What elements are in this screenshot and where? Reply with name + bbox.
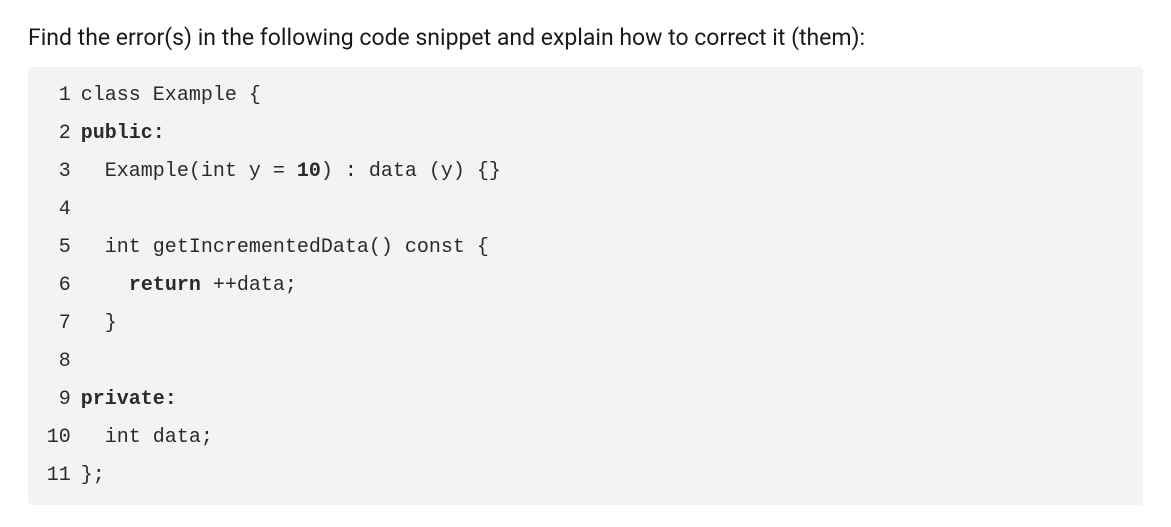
code-content: class Example {: [81, 77, 261, 115]
code-token: int data;: [81, 426, 213, 449]
code-token: int getIncrementedData() const {: [81, 236, 489, 259]
line-number: 10: [42, 419, 71, 457]
line-number: 2: [42, 115, 71, 153]
code-token: ++data;: [201, 274, 297, 297]
question-prompt: Find the error(s) in the following code …: [28, 22, 1143, 53]
code-content: };: [81, 457, 105, 495]
code-token-lit: 10: [297, 160, 321, 183]
line-number: 6: [42, 267, 71, 305]
code-token: };: [81, 464, 105, 487]
code-content: return ++data;: [81, 267, 297, 305]
page-container: Find the error(s) in the following code …: [0, 0, 1171, 527]
code-content: }: [81, 305, 117, 343]
code-line: 11};: [28, 457, 1143, 495]
code-content: Example(int y = 10) : data (y) {}: [81, 153, 501, 191]
code-line: 10 int data;: [28, 419, 1143, 457]
code-line: 2 public:: [28, 115, 1143, 153]
line-number: 4: [42, 191, 71, 229]
line-number: 3: [42, 153, 71, 191]
code-token-kw: private:: [81, 388, 177, 411]
code-token: Example(int y =: [81, 160, 297, 183]
code-line: 6 return ++data;: [28, 267, 1143, 305]
line-number: 9: [42, 381, 71, 419]
code-content: int getIncrementedData() const {: [81, 229, 489, 267]
line-number: 1: [42, 77, 71, 115]
line-number: 11: [42, 457, 71, 495]
code-line: 3 Example(int y = 10) : data (y) {}: [28, 153, 1143, 191]
code-content: public:: [81, 115, 165, 153]
code-token: [81, 274, 129, 297]
code-line: 1 class Example {: [28, 77, 1143, 115]
code-line: 9 private:: [28, 381, 1143, 419]
code-content: int data;: [81, 419, 213, 457]
code-block: 1 class Example { 2 public: 3 Example(int y …: [28, 67, 1143, 505]
code-line: 5 int getIncrementedData() const {: [28, 229, 1143, 267]
code-line: 7 }: [28, 305, 1143, 343]
line-number: 8: [42, 343, 71, 381]
line-number: 5: [42, 229, 71, 267]
code-line: 4: [28, 191, 1143, 229]
code-token-kw: public:: [81, 122, 165, 145]
code-token: }: [81, 312, 117, 335]
code-token: class Example {: [81, 84, 261, 107]
code-content: private:: [81, 381, 177, 419]
line-number: 7: [42, 305, 71, 343]
code-line: 8: [28, 343, 1143, 381]
code-token-kw: return: [129, 274, 201, 297]
code-token: ) : data (y) {}: [321, 160, 501, 183]
